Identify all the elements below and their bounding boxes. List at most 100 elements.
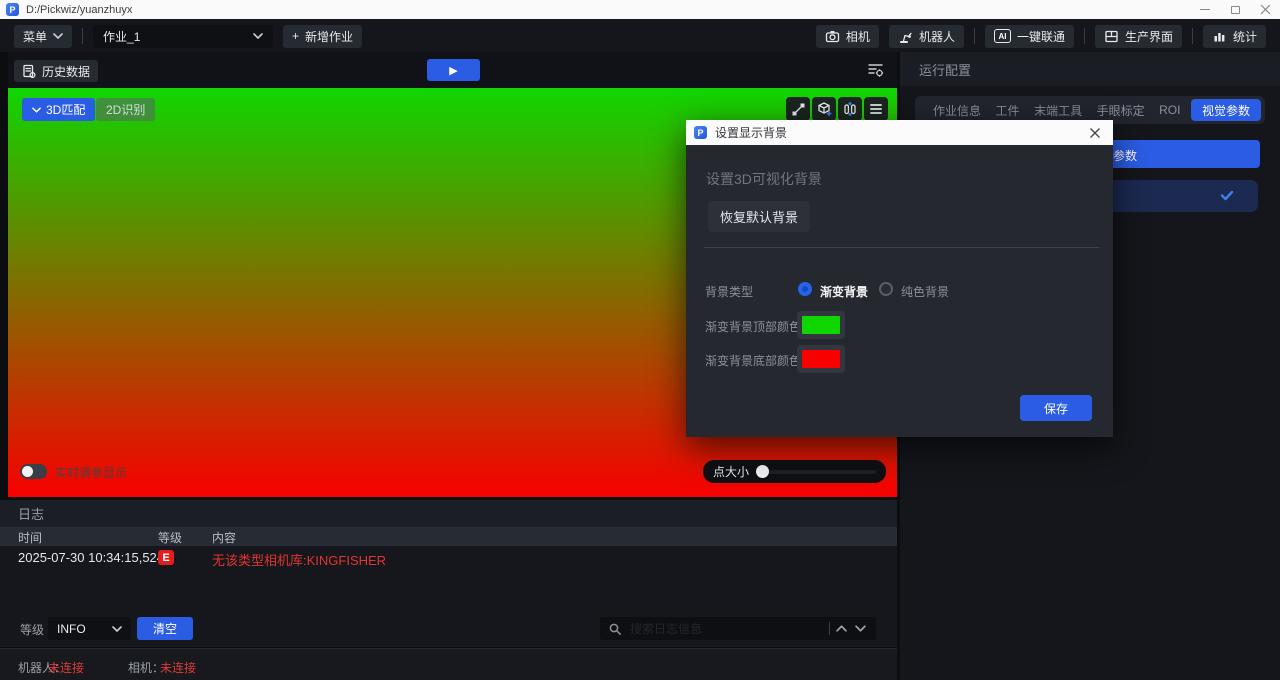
- dialog-close-button[interactable]: [1085, 123, 1105, 143]
- toggle-knob: [22, 466, 33, 477]
- run-config-title: 运行配置: [919, 60, 971, 79]
- history-data-button[interactable]: 历史数据: [14, 60, 98, 82]
- log-search-input[interactable]: [628, 621, 823, 637]
- close-button[interactable]: [1250, 0, 1280, 19]
- width-measure-icon: [842, 101, 858, 117]
- display-filter-button[interactable]: [863, 59, 889, 81]
- tab-job-info[interactable]: 作业信息: [929, 102, 985, 119]
- camera-status-label: 相机：: [128, 659, 164, 676]
- tab-roi[interactable]: ROI: [1155, 103, 1184, 117]
- log-row[interactable]: 2025-07-30 10:34:15,524 E 无该类型相机库:KINGFI…: [0, 546, 897, 569]
- top-color-swatch: [802, 316, 840, 334]
- toolbar-divider: [1192, 28, 1193, 44]
- chevron-up-icon[interactable]: [836, 625, 847, 632]
- col-content: 内容: [212, 529, 236, 546]
- ai-connect-button[interactable]: AI 一键联通: [985, 25, 1074, 48]
- camera-status-value: 未连接: [160, 659, 196, 676]
- log-message: 无该类型相机库:KINGFISHER: [212, 550, 386, 569]
- tab-3d-match[interactable]: 3D匹配: [22, 98, 95, 121]
- point-size-control: 点大小: [703, 460, 886, 483]
- os-titlebar: P D:/Pickwiz/yuanzhuyx: [0, 0, 1280, 20]
- history-icon: [22, 64, 36, 78]
- tab-2d-label: 2D识别: [106, 101, 145, 118]
- tab-3d-label: 3D匹配: [46, 101, 85, 118]
- check-icon: [1220, 190, 1234, 201]
- dialog-titlebar: P 设置显示背景: [686, 120, 1113, 145]
- close-icon: [1260, 4, 1271, 15]
- tab-hand-eye[interactable]: 手眼标定: [1093, 102, 1149, 119]
- bottom-color-label: 渐变背景底部颜色: [705, 352, 801, 369]
- chevron-down-icon: [53, 33, 63, 39]
- viewport-menu-button[interactable]: [864, 97, 888, 121]
- job-select-value: 作业_1: [103, 28, 140, 45]
- clear-log-button[interactable]: 清空: [137, 617, 193, 640]
- slider-knob[interactable]: [756, 465, 769, 478]
- robot-arm-icon: [898, 29, 913, 44]
- camera-button[interactable]: 相机: [816, 25, 879, 48]
- radio-gradient-label[interactable]: 渐变背景: [820, 283, 868, 300]
- tab-2d-recognition[interactable]: 2D识别: [96, 98, 155, 121]
- log-panel: 日志 时间 等级 内容 2025-07-30 10:34:15,524 E 无该…: [0, 500, 897, 647]
- log-controls: 等级 INFO 清空: [0, 617, 897, 641]
- chevron-down-icon: [112, 626, 122, 632]
- maximize-button[interactable]: [1220, 0, 1250, 19]
- ai-icon: AI: [994, 29, 1011, 43]
- log-search: [600, 617, 876, 640]
- grid-icon: [1104, 29, 1119, 44]
- bar-chart-icon: [1212, 29, 1227, 44]
- chevron-down-icon[interactable]: [855, 625, 866, 632]
- search-icon: [608, 622, 622, 636]
- cube-add-icon: [816, 101, 832, 117]
- dialog-section-title: 设置3D可视化背景: [706, 169, 822, 189]
- hamburger-menu-icon: [869, 103, 883, 115]
- toolbar-divider: [974, 28, 975, 44]
- top-color-label: 渐变背景顶部颜色: [705, 318, 801, 335]
- level-filter-value: INFO: [57, 622, 86, 636]
- run-button[interactable]: ▶: [427, 59, 480, 81]
- level-filter-select[interactable]: INFO: [48, 617, 131, 640]
- live-tuning-toggle[interactable]: [20, 464, 47, 479]
- log-time: 2025-07-30 10:34:15,524: [18, 550, 164, 565]
- history-data-label: 历史数据: [42, 63, 90, 80]
- tab-workpiece[interactable]: 工件: [992, 102, 1024, 119]
- radio-gradient-bg[interactable]: [798, 282, 812, 296]
- live-tuning-label: 实时调参显示: [55, 464, 127, 481]
- dialog-divider: [704, 247, 1099, 248]
- stats-label: 统计: [1233, 28, 1257, 45]
- robot-button[interactable]: 机器人: [889, 25, 964, 48]
- restore-default-button[interactable]: 恢复默认背景: [708, 201, 810, 232]
- chevron-down-icon: [253, 33, 263, 39]
- radio-solid-bg[interactable]: [879, 282, 893, 296]
- save-button[interactable]: 保存: [1020, 395, 1092, 421]
- width-measure-button[interactable]: [838, 97, 862, 121]
- top-color-picker[interactable]: [797, 311, 845, 339]
- bg-type-label: 背景类型: [705, 283, 753, 300]
- stats-button[interactable]: 统计: [1203, 25, 1266, 48]
- app-window: P D:/Pickwiz/yuanzhuyx 菜单 作业_1 + 新增作业: [0, 0, 1280, 680]
- measure-icon: [791, 102, 806, 117]
- point-size-slider[interactable]: [757, 470, 876, 474]
- chevron-down-icon: [32, 107, 41, 113]
- maximize-icon: [1231, 6, 1240, 14]
- menu-button[interactable]: 菜单: [14, 25, 72, 48]
- radio-solid-label[interactable]: 纯色背景: [901, 283, 949, 300]
- minimize-icon: [1200, 9, 1210, 10]
- close-icon: [1089, 127, 1101, 139]
- production-ui-label: 生产界面: [1125, 28, 1173, 45]
- tab-vision-params[interactable]: 视觉参数: [1191, 99, 1261, 121]
- add-model-button[interactable]: [812, 97, 836, 121]
- add-job-button[interactable]: + 新增作业: [283, 25, 362, 48]
- tab-end-tool[interactable]: 末端工具: [1030, 102, 1086, 119]
- status-bar: 机器人： 未连接 相机： 未连接: [0, 648, 897, 680]
- add-job-label: 新增作业: [305, 28, 353, 45]
- search-divider: [829, 622, 830, 635]
- toolbar-divider: [1084, 28, 1085, 44]
- play-icon: ▶: [449, 64, 457, 77]
- measure-tool-button[interactable]: [786, 97, 810, 121]
- bottom-color-picker[interactable]: [797, 345, 845, 373]
- job-select[interactable]: 作业_1: [93, 25, 273, 48]
- production-ui-button[interactable]: 生产界面: [1095, 25, 1182, 48]
- toolbar-divider: [82, 28, 83, 44]
- minimize-button[interactable]: [1190, 0, 1220, 19]
- camera-icon: [825, 29, 840, 44]
